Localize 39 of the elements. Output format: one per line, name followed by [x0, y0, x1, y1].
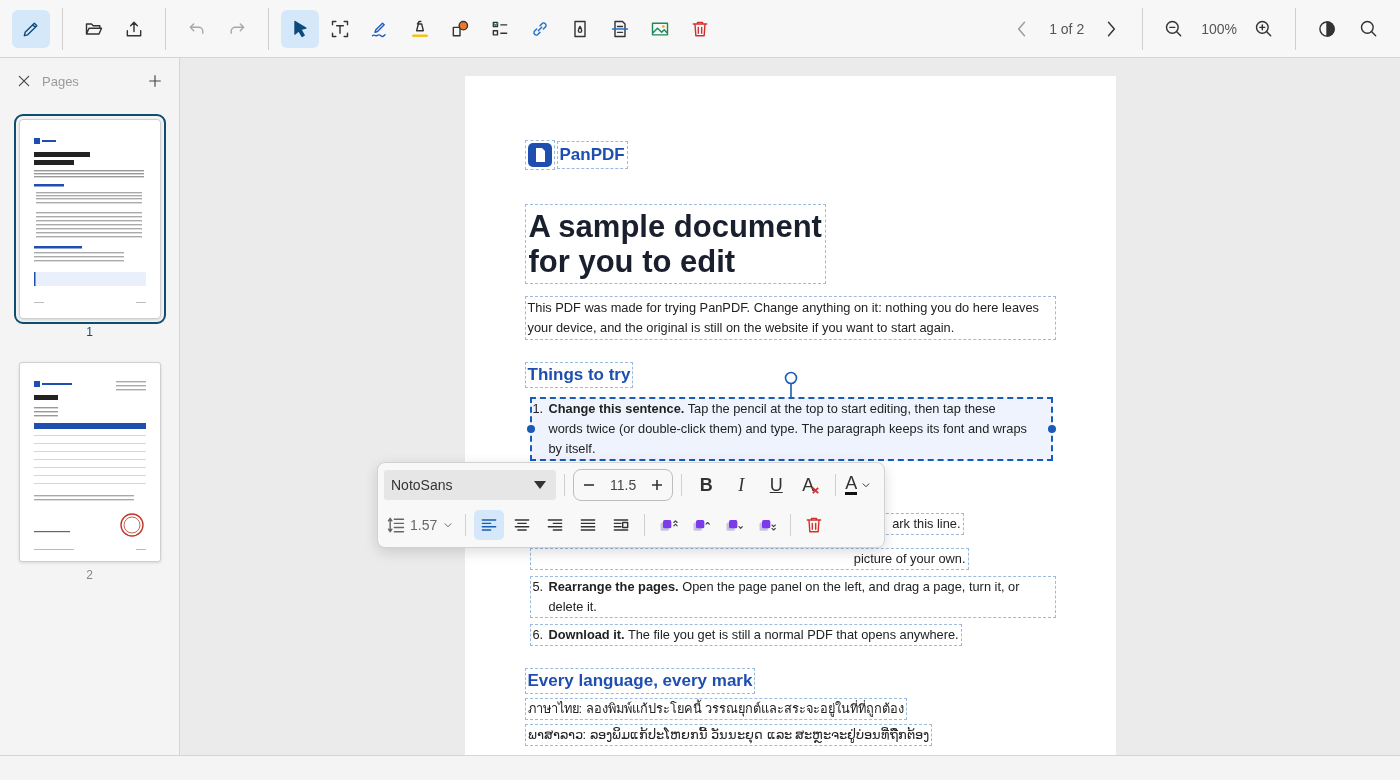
underline-button[interactable]: U [760, 470, 793, 500]
add-icon [147, 73, 163, 89]
clear-format-button[interactable]: A [795, 470, 828, 500]
zoom-level: 100% [1200, 20, 1238, 37]
rotate-handle[interactable] [784, 371, 798, 397]
edit-button[interactable] [12, 9, 50, 48]
bold-button[interactable]: B [690, 470, 723, 500]
highlight-icon [410, 18, 430, 39]
list-item: 6. Download it. The file you get is still a normal PDF that opens anywhere. [529, 624, 962, 646]
shape-icon [450, 18, 470, 39]
intro-paragraph: This PDF was made for trying PanPDF. Change anything on it: nothing you do here leaves your device, and the original is still on the website if you want to start again. [524, 296, 1056, 340]
logo-text: PanPDF [556, 141, 628, 169]
contrast-icon [1317, 18, 1337, 39]
textbox-icon [330, 18, 350, 39]
document-icon [527, 143, 552, 167]
font-dropdown[interactable]: NotoSans [384, 470, 556, 500]
italic-button[interactable]: I [725, 470, 758, 500]
font-size-value: 11.5 [610, 477, 637, 493]
plus-icon [650, 478, 665, 492]
resize-handle[interactable] [526, 425, 535, 433]
list-item: 5. Rearrange the pages. Open the page panel on the left, and drag a page, turn it, or delete it. [529, 576, 1056, 618]
zoom-in-icon [1254, 18, 1274, 39]
line-height-icon [386, 515, 406, 535]
section-heading: Things to try [524, 362, 634, 388]
page-number: 2 [86, 568, 93, 582]
resize-handle[interactable] [1047, 425, 1056, 433]
redact-icon [610, 18, 630, 39]
panel-title: Pages [42, 73, 80, 89]
page-indicator: 1 of 2 [1048, 20, 1086, 37]
line-height-button[interactable]: 1.57 [384, 510, 458, 540]
page-number: 1 [86, 325, 93, 339]
search-icon [1359, 18, 1379, 39]
dropdown-arrow-icon [534, 481, 546, 489]
select-tool-button[interactable] [281, 9, 319, 48]
document-title: A sample document for you to edit [524, 204, 826, 284]
text-color-button[interactable]: A [844, 470, 875, 500]
section-heading: Every language, every mark [524, 668, 756, 694]
close-icon [16, 73, 32, 89]
align-left-button[interactable] [474, 510, 505, 540]
